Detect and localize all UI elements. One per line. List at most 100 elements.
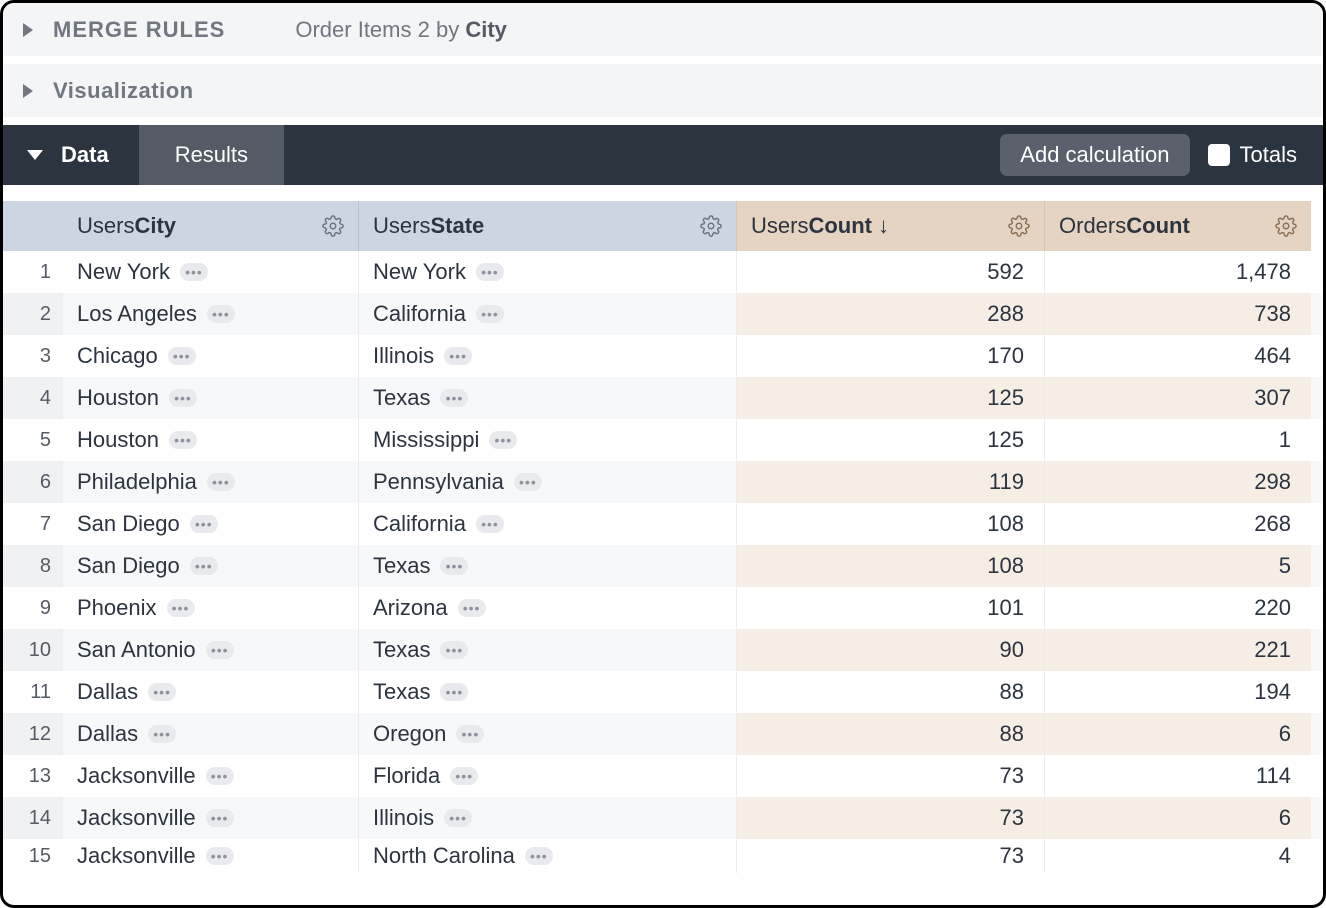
- table-row[interactable]: 3Chicago•••Illinois•••170464: [3, 335, 1323, 377]
- ellipsis-icon[interactable]: •••: [207, 305, 235, 323]
- cell-users-count[interactable]: 73: [737, 755, 1045, 797]
- cell-orders-count[interactable]: 738: [1045, 293, 1311, 335]
- ellipsis-icon[interactable]: •••: [458, 599, 486, 617]
- gear-icon[interactable]: [1008, 215, 1030, 237]
- table-row[interactable]: 10San Antonio•••Texas•••90221: [3, 629, 1323, 671]
- cell-users-count[interactable]: 88: [737, 713, 1045, 755]
- ellipsis-icon[interactable]: •••: [489, 431, 517, 449]
- cell-users-count[interactable]: 592: [737, 251, 1045, 293]
- cell-orders-count[interactable]: 464: [1045, 335, 1311, 377]
- cell-users-count[interactable]: 170: [737, 335, 1045, 377]
- cell-users-state[interactable]: Arizona•••: [359, 587, 737, 629]
- table-row[interactable]: 6Philadelphia•••Pennsylvania•••119298: [3, 461, 1323, 503]
- gear-icon[interactable]: [322, 215, 344, 237]
- cell-orders-count[interactable]: 268: [1045, 503, 1311, 545]
- ellipsis-icon[interactable]: •••: [148, 683, 176, 701]
- table-row[interactable]: 4Houston•••Texas•••125307: [3, 377, 1323, 419]
- cell-orders-count[interactable]: 307: [1045, 377, 1311, 419]
- cell-users-city[interactable]: Dallas•••: [63, 671, 359, 713]
- ellipsis-icon[interactable]: •••: [514, 473, 542, 491]
- cell-users-state[interactable]: Florida•••: [359, 755, 737, 797]
- table-row[interactable]: 9Phoenix•••Arizona•••101220: [3, 587, 1323, 629]
- cell-users-state[interactable]: Texas•••: [359, 377, 737, 419]
- cell-users-state[interactable]: Oregon•••: [359, 713, 737, 755]
- table-row[interactable]: 13Jacksonville•••Florida•••73114: [3, 755, 1323, 797]
- table-row[interactable]: 1New York•••New York•••5921,478: [3, 251, 1323, 293]
- cell-users-count[interactable]: 119: [737, 461, 1045, 503]
- totals-checkbox[interactable]: [1208, 144, 1230, 166]
- cell-users-state[interactable]: California•••: [359, 503, 737, 545]
- table-row[interactable]: 7San Diego•••California•••108268: [3, 503, 1323, 545]
- ellipsis-icon[interactable]: •••: [148, 725, 176, 743]
- ellipsis-icon[interactable]: •••: [525, 847, 553, 865]
- ellipsis-icon[interactable]: •••: [206, 847, 234, 865]
- cell-users-city[interactable]: Jacksonville•••: [63, 839, 359, 873]
- cell-users-city[interactable]: San Diego•••: [63, 545, 359, 587]
- ellipsis-icon[interactable]: •••: [167, 599, 195, 617]
- cell-users-city[interactable]: San Antonio•••: [63, 629, 359, 671]
- cell-orders-count[interactable]: 221: [1045, 629, 1311, 671]
- cell-orders-count[interactable]: 1: [1045, 419, 1311, 461]
- ellipsis-icon[interactable]: •••: [207, 473, 235, 491]
- ellipsis-icon[interactable]: •••: [440, 389, 468, 407]
- cell-users-city[interactable]: Houston•••: [63, 419, 359, 461]
- ellipsis-icon[interactable]: •••: [440, 683, 468, 701]
- cell-users-state[interactable]: Illinois•••: [359, 797, 737, 839]
- table-row[interactable]: 15Jacksonville•••North Carolina•••734: [3, 839, 1323, 873]
- cell-users-state[interactable]: Illinois•••: [359, 335, 737, 377]
- cell-orders-count[interactable]: 194: [1045, 671, 1311, 713]
- cell-users-count[interactable]: 90: [737, 629, 1045, 671]
- ellipsis-icon[interactable]: •••: [476, 305, 504, 323]
- cell-users-city[interactable]: Jacksonville•••: [63, 797, 359, 839]
- ellipsis-icon[interactable]: •••: [476, 263, 504, 281]
- visualization-header[interactable]: Visualization: [3, 64, 1323, 117]
- cell-users-state[interactable]: North Carolina•••: [359, 839, 737, 873]
- cell-orders-count[interactable]: 298: [1045, 461, 1311, 503]
- cell-orders-count[interactable]: 114: [1045, 755, 1311, 797]
- table-row[interactable]: 14Jacksonville•••Illinois•••736: [3, 797, 1323, 839]
- cell-users-city[interactable]: Houston•••: [63, 377, 359, 419]
- ellipsis-icon[interactable]: •••: [444, 347, 472, 365]
- gear-icon[interactable]: [1275, 215, 1297, 237]
- cell-users-count[interactable]: 125: [737, 377, 1045, 419]
- data-label[interactable]: Data: [61, 142, 109, 168]
- ellipsis-icon[interactable]: •••: [440, 557, 468, 575]
- column-header-users-city[interactable]: Users City: [63, 201, 359, 251]
- cell-users-count[interactable]: 108: [737, 503, 1045, 545]
- cell-users-city[interactable]: Philadelphia•••: [63, 461, 359, 503]
- cell-users-state[interactable]: Mississippi•••: [359, 419, 737, 461]
- ellipsis-icon[interactable]: •••: [190, 515, 218, 533]
- table-row[interactable]: 11Dallas•••Texas•••88194: [3, 671, 1323, 713]
- cell-orders-count[interactable]: 6: [1045, 797, 1311, 839]
- ellipsis-icon[interactable]: •••: [206, 767, 234, 785]
- ellipsis-icon[interactable]: •••: [450, 767, 478, 785]
- cell-users-state[interactable]: New York•••: [359, 251, 737, 293]
- ellipsis-icon[interactable]: •••: [180, 263, 208, 281]
- cell-users-state[interactable]: California•••: [359, 293, 737, 335]
- add-calculation-button[interactable]: Add calculation: [1000, 134, 1189, 176]
- table-row[interactable]: 8San Diego•••Texas•••1085: [3, 545, 1323, 587]
- cell-orders-count[interactable]: 6: [1045, 713, 1311, 755]
- cell-orders-count[interactable]: 4: [1045, 839, 1311, 873]
- column-header-orders-count[interactable]: Orders Count: [1045, 201, 1311, 251]
- cell-users-city[interactable]: New York•••: [63, 251, 359, 293]
- ellipsis-icon[interactable]: •••: [168, 347, 196, 365]
- tab-results[interactable]: Results: [139, 125, 284, 185]
- cell-users-state[interactable]: Texas•••: [359, 629, 737, 671]
- cell-users-count[interactable]: 73: [737, 839, 1045, 873]
- cell-users-count[interactable]: 73: [737, 797, 1045, 839]
- cell-users-city[interactable]: Phoenix•••: [63, 587, 359, 629]
- totals-toggle[interactable]: Totals: [1208, 142, 1297, 168]
- table-row[interactable]: 2Los Angeles•••California•••288738: [3, 293, 1323, 335]
- cell-users-count[interactable]: 101: [737, 587, 1045, 629]
- ellipsis-icon[interactable]: •••: [190, 557, 218, 575]
- cell-users-state[interactable]: Pennsylvania•••: [359, 461, 737, 503]
- table-row[interactable]: 5Houston•••Mississippi•••1251: [3, 419, 1323, 461]
- cell-orders-count[interactable]: 1,478: [1045, 251, 1311, 293]
- cell-users-count[interactable]: 125: [737, 419, 1045, 461]
- cell-users-state[interactable]: Texas•••: [359, 545, 737, 587]
- ellipsis-icon[interactable]: •••: [456, 725, 484, 743]
- cell-users-city[interactable]: San Diego•••: [63, 503, 359, 545]
- table-row[interactable]: 12Dallas•••Oregon•••886: [3, 713, 1323, 755]
- cell-users-count[interactable]: 288: [737, 293, 1045, 335]
